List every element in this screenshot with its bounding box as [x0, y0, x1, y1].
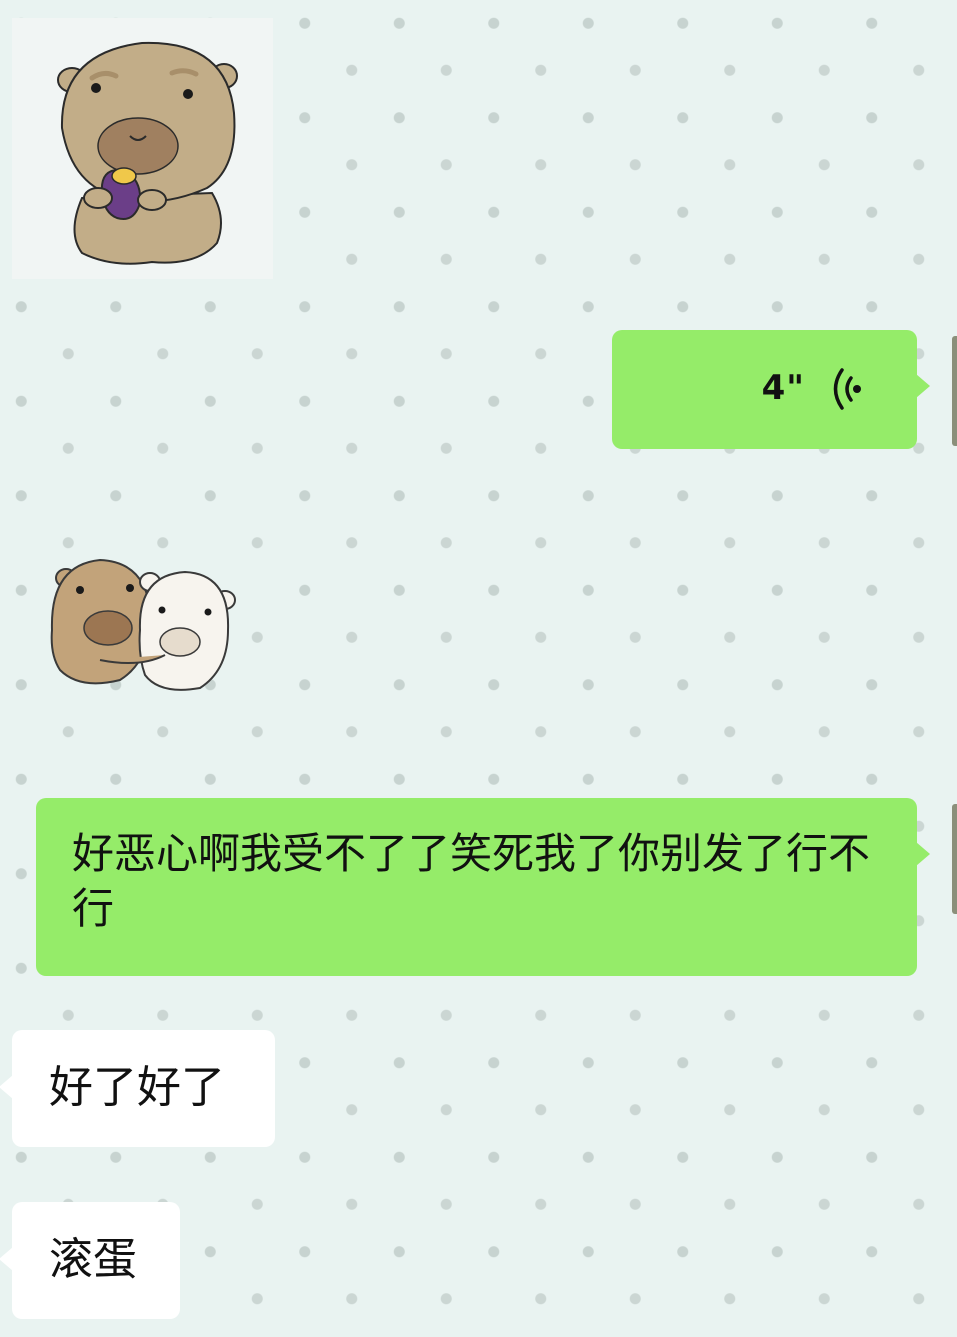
message-text: 好恶心啊我受不了了笑死我了你别发了行不行: [72, 829, 871, 933]
chat-message-list[interactable]: 4" 好恶心啊我受不了了笑死我了你别发了行不行 好了好了 滚蛋: [0, 0, 957, 1337]
capybara-hugging-friend-sticker[interactable]: [40, 550, 240, 700]
capybara-eating-sweet-potato-sticker[interactable]: [12, 18, 273, 279]
received-text-message-bubble[interactable]: 滚蛋: [0, 1202, 180, 1319]
own-avatar-edge[interactable]: [952, 336, 957, 446]
voice-message-bubble[interactable]: 4": [612, 330, 930, 449]
voice-wave-icon: [829, 364, 869, 414]
voice-duration: 4": [761, 368, 805, 408]
hug-sticker-image: [50, 558, 236, 691]
own-avatar-edge[interactable]: [952, 804, 957, 914]
capybara-sticker-image: [57, 41, 238, 265]
sent-text-message-bubble[interactable]: 好恶心啊我受不了了笑死我了你别发了行不行: [36, 798, 930, 976]
message-text: 滚蛋: [49, 1234, 137, 1285]
received-text-message-bubble[interactable]: 好了好了: [0, 1030, 275, 1147]
message-text: 好了好了: [49, 1062, 225, 1113]
